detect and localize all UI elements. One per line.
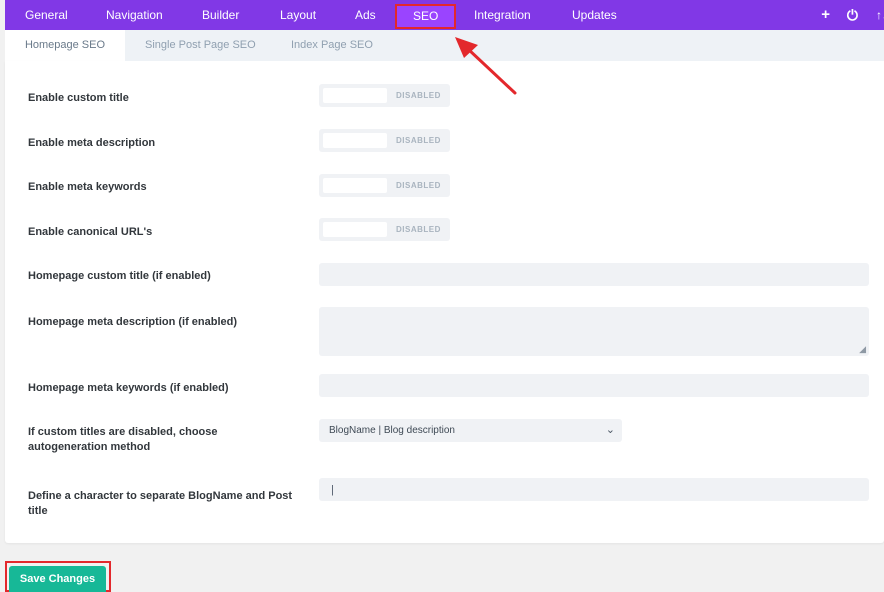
- homepage-meta-keywords-input[interactable]: [319, 374, 869, 397]
- select-value: BlogName | Blog description: [329, 425, 455, 436]
- subtab-index-page-seo[interactable]: Index Page SEO: [291, 30, 373, 61]
- toggle-knob: [323, 88, 387, 103]
- tab-updates[interactable]: Updates: [572, 0, 617, 30]
- toggle-knob: [323, 133, 387, 148]
- toggle-state: DISABLED: [396, 225, 441, 234]
- toggle-state: DISABLED: [396, 91, 441, 100]
- toggle-state: DISABLED: [396, 181, 441, 190]
- tab-integration[interactable]: Integration: [474, 0, 531, 30]
- homepage-custom-title-input[interactable]: [319, 263, 869, 286]
- tab-builder[interactable]: Builder: [202, 0, 239, 30]
- homepage-meta-keywords-label: Homepage meta keywords (if enabled): [28, 382, 229, 394]
- tab-navigation[interactable]: Navigation: [106, 0, 163, 30]
- tab-ads[interactable]: Ads: [355, 0, 376, 30]
- custom-title-label: Enable custom title: [28, 92, 129, 104]
- homepage-custom-title-label: Homepage custom title (if enabled): [28, 270, 211, 282]
- toggle-knob: [323, 222, 387, 237]
- subtab-single-post-page-seo[interactable]: Single Post Page SEO: [145, 30, 256, 61]
- seo-sub-tabs: Homepage SEO Single Post Page SEO Index …: [5, 30, 884, 61]
- canonical-urls-label: Enable canonical URL's: [28, 226, 153, 238]
- autogeneration-method-label: If custom titles are disabled, choose au…: [28, 426, 218, 453]
- tab-layout[interactable]: Layout: [280, 0, 316, 30]
- separator-label: Define a character to separate BlogName …: [28, 490, 293, 517]
- chevron-down-icon: ⌄: [605, 424, 615, 436]
- homepage-meta-description-textarea[interactable]: [319, 307, 869, 356]
- homepage-meta-description-label: Homepage meta description (if enabled): [28, 316, 238, 328]
- plus-icon[interactable]: +: [821, 0, 830, 30]
- meta-keywords-toggle[interactable]: DISABLED: [319, 174, 450, 197]
- resize-grip-icon[interactable]: ◢: [859, 345, 866, 354]
- sort-icon[interactable]: ↑↓: [876, 0, 884, 30]
- toggle-knob: [323, 178, 387, 193]
- toggle-state: DISABLED: [396, 136, 441, 145]
- save-changes-button[interactable]: Save Changes: [9, 566, 106, 592]
- power-icon[interactable]: ⏻: [847, 0, 858, 30]
- settings-panel: Enable custom title DISABLED Enable meta…: [5, 61, 884, 543]
- separator-input[interactable]: [319, 478, 869, 501]
- custom-title-toggle[interactable]: DISABLED: [319, 84, 450, 107]
- top-navigation-bar: General Navigation Builder Layout Ads SE…: [5, 0, 884, 30]
- tab-general[interactable]: General: [25, 0, 68, 30]
- canonical-urls-toggle[interactable]: DISABLED: [319, 218, 450, 241]
- meta-description-label: Enable meta description: [28, 137, 156, 149]
- meta-keywords-label: Enable meta keywords: [28, 181, 147, 193]
- meta-description-toggle[interactable]: DISABLED: [319, 129, 450, 152]
- tab-seo[interactable]: SEO: [395, 4, 457, 29]
- homepage-meta-description-wrapper: ◢: [319, 307, 869, 356]
- subtab-homepage-seo[interactable]: Homepage SEO: [5, 30, 125, 61]
- autogeneration-method-select[interactable]: BlogName | Blog description ⌄: [319, 419, 622, 442]
